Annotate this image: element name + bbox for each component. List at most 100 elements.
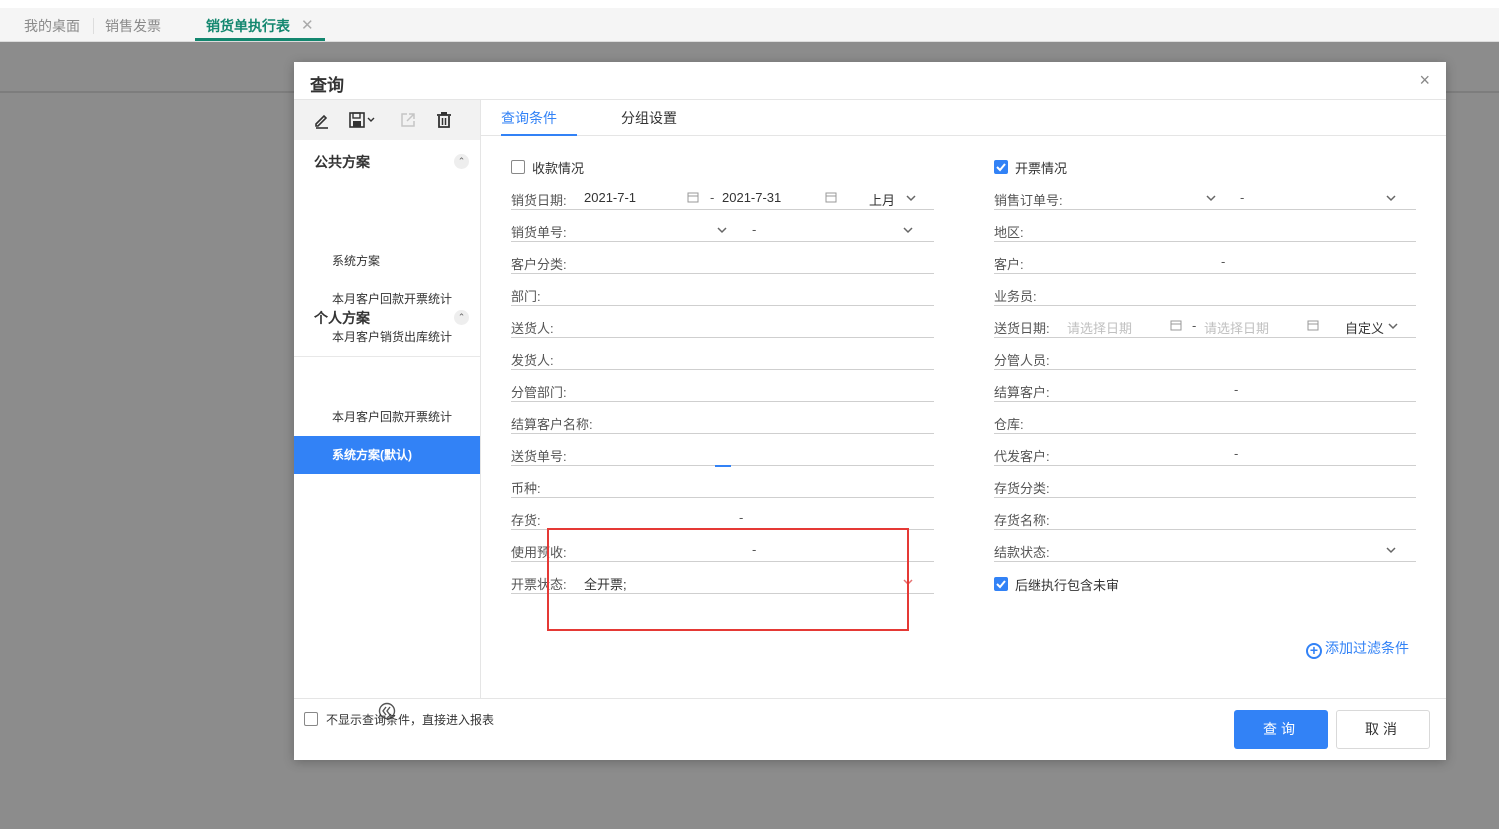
- range-dash: -: [1234, 382, 1239, 397]
- field-label: 业务员:: [994, 289, 1037, 304]
- invoice-label: 开票情况: [1015, 161, 1068, 176]
- agent-customer-field[interactable]: 代发客户: -: [994, 444, 1416, 466]
- skip-conditions-checkbox[interactable]: [304, 712, 318, 726]
- delivery-no-field[interactable]: 送货单号:: [511, 444, 934, 466]
- tab-sales-invoice[interactable]: 销售发票: [105, 8, 161, 41]
- chevron-down-icon[interactable]: [1205, 192, 1217, 204]
- collect-label: 收款情况: [532, 161, 585, 176]
- personal-scheme-group: 个人方案: [314, 310, 370, 326]
- deliverer-field[interactable]: 送货人:: [511, 316, 934, 338]
- field-label: 客户分类:: [511, 257, 567, 272]
- range-dash: -: [1192, 318, 1197, 333]
- field-label: 部门:: [511, 289, 541, 304]
- currency-field[interactable]: 币种:: [511, 476, 934, 498]
- calendar-icon[interactable]: [825, 191, 837, 203]
- scheme-toolbar: [294, 100, 480, 140]
- range-dash: -: [710, 190, 715, 205]
- settle-customer-field[interactable]: 结算客户: -: [994, 380, 1416, 402]
- divider: [294, 356, 480, 357]
- calendar-icon[interactable]: [1170, 319, 1182, 331]
- scheme-item-personal-payment[interactable]: 本月客户回款开票统计: [294, 398, 480, 436]
- manager-field[interactable]: 分管人员:: [994, 348, 1416, 370]
- add-filter-label: 添加过滤条件: [1325, 640, 1409, 656]
- public-scheme-group: 公共方案: [314, 154, 370, 170]
- include-unaudited-label: 后继执行包含未审: [1015, 578, 1120, 593]
- chevron-down-icon[interactable]: [902, 224, 914, 236]
- field-label: 分管部门:: [511, 385, 567, 400]
- export-icon[interactable]: [396, 108, 420, 132]
- field-label: 结款状态:: [994, 545, 1050, 560]
- salesman-field[interactable]: 业务员:: [994, 284, 1416, 306]
- field-label: 币种:: [511, 481, 541, 496]
- field-label: 发货人:: [511, 353, 554, 368]
- date-to-input[interactable]: 2021-7-31: [722, 190, 781, 205]
- cancel-button[interactable]: 取消: [1336, 710, 1430, 749]
- field-label: 存货分类:: [994, 481, 1050, 496]
- date-from-input[interactable]: 2021-7-1: [584, 190, 636, 205]
- field-label: 结算客户:: [994, 385, 1050, 400]
- region-field[interactable]: 地区:: [994, 220, 1416, 242]
- settle-status-field[interactable]: 结款状态:: [994, 540, 1416, 562]
- scheme-item-system-default[interactable]: 系统方案(默认): [294, 436, 480, 474]
- scheme-item-system[interactable]: 系统方案: [294, 242, 480, 280]
- invoice-checkbox[interactable]: [994, 160, 1008, 174]
- inner-tabs: 查询条件 分组设置: [481, 100, 1446, 136]
- chevron-down-icon[interactable]: [1387, 320, 1399, 332]
- warehouse-field[interactable]: 仓库:: [994, 412, 1416, 434]
- field-label: 仓库:: [994, 417, 1024, 432]
- chevron-down-icon[interactable]: [905, 192, 917, 204]
- department-field[interactable]: 部门:: [511, 284, 934, 306]
- sale-date-field: 销货日期: 2021-7-1 - 2021-7-31 上月: [511, 188, 934, 210]
- sales-order-no-field: 销售订单号: -: [994, 188, 1416, 210]
- scheme-sidebar: 公共方案 ⌃ 系统方案 本月客户回款开票统计 本月客户销货出库统计 个人方案 ⌃…: [294, 100, 481, 720]
- query-button[interactable]: 查询: [1234, 710, 1328, 749]
- date-preset-select[interactable]: 上月: [869, 190, 895, 209]
- delivery-date-field: 送货日期: 请选择日期 - 请选择日期 自定义: [994, 316, 1416, 338]
- top-strip: [0, 0, 1499, 8]
- range-dash: -: [752, 222, 757, 237]
- tab-my-desktop[interactable]: 我的桌面: [24, 8, 80, 41]
- chevron-up-icon[interactable]: ⌃: [454, 310, 469, 325]
- field-label: 销售订单号:: [994, 193, 1063, 208]
- chevron-down-icon[interactable]: [1385, 544, 1397, 556]
- field-label: 结算客户名称:: [511, 417, 593, 432]
- inventory-name-field[interactable]: 存货名称:: [994, 508, 1416, 530]
- customer-field[interactable]: 客户: -: [994, 252, 1416, 274]
- inventory-class-field[interactable]: 存货分类:: [994, 476, 1416, 498]
- managed-dept-field[interactable]: 分管部门:: [511, 380, 934, 402]
- field-label: 存货:: [511, 513, 541, 528]
- inventory-field[interactable]: 存货: -: [511, 508, 934, 530]
- chevron-up-icon[interactable]: ⌃: [454, 154, 469, 169]
- date-preset-select[interactable]: 自定义: [1345, 318, 1384, 337]
- date-to-input[interactable]: 请选择日期: [1204, 318, 1269, 337]
- date-from-input[interactable]: 请选择日期: [1067, 318, 1132, 337]
- calendar-icon[interactable]: [1307, 319, 1319, 331]
- plus-circle-icon: +: [1306, 643, 1322, 659]
- close-icon[interactable]: ×: [1419, 70, 1430, 91]
- field-label: 地区:: [994, 225, 1024, 240]
- trash-icon[interactable]: [432, 108, 456, 132]
- include-unaudited-checkbox[interactable]: [994, 577, 1008, 591]
- collect-checkbox[interactable]: [511, 160, 525, 174]
- save-icon[interactable]: [348, 108, 378, 132]
- field-label: 存货名称:: [994, 513, 1050, 528]
- tab-label: 销货单执行表: [206, 18, 290, 34]
- calendar-icon[interactable]: [687, 191, 699, 203]
- chevron-down-icon[interactable]: [716, 224, 728, 236]
- edit-icon[interactable]: [310, 108, 334, 132]
- chevron-down-icon[interactable]: [1385, 192, 1397, 204]
- tab-group-settings[interactable]: 分组设置: [621, 100, 677, 136]
- range-dash: -: [1240, 190, 1245, 205]
- add-filter-button[interactable]: + 添加过滤条件: [1306, 638, 1409, 659]
- close-icon[interactable]: ✕: [301, 8, 314, 44]
- range-dash: -: [1234, 446, 1239, 461]
- sender-field[interactable]: 发货人:: [511, 348, 934, 370]
- tab-sales-execution-report[interactable]: 销货单执行表 ✕: [195, 8, 325, 41]
- range-dash: -: [1221, 254, 1226, 269]
- dialog-title: 查询: [310, 76, 344, 95]
- field-label: 销货单号:: [511, 225, 567, 240]
- customer-class-field[interactable]: 客户分类:: [511, 252, 934, 274]
- settle-customer-name-field[interactable]: 结算客户名称:: [511, 412, 934, 434]
- tab-query-conditions[interactable]: 查询条件: [501, 100, 577, 136]
- field-label: 分管人员:: [994, 353, 1050, 368]
